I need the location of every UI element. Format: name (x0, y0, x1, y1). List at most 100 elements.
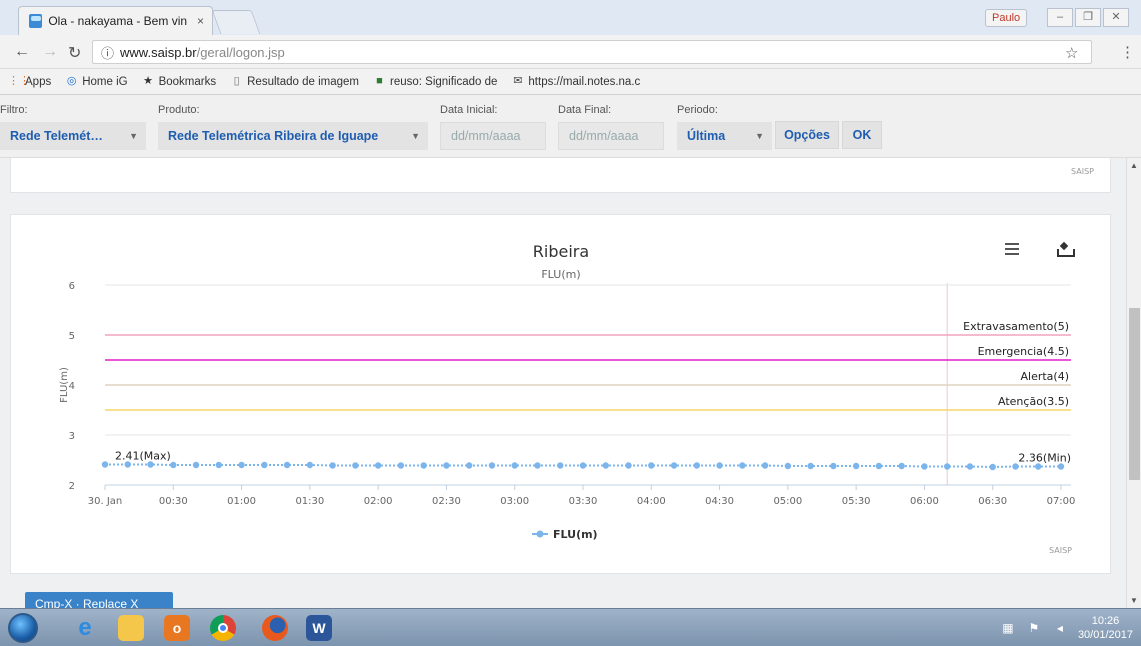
word-icon[interactable]: W (300, 612, 338, 644)
legend-marker (536, 530, 544, 538)
profile-name: Paulo (992, 12, 1021, 24)
bottom-action-button[interactable]: Cmp-X · Replace X (25, 592, 173, 608)
y-tick-label: 3 (69, 431, 75, 442)
opcoes-button[interactable]: Opções (775, 121, 839, 149)
bookmark-star-icon[interactable]: ☆ (1065, 44, 1078, 62)
mail-icon: ✉ (513, 75, 523, 87)
produto-select[interactable]: Rede Telemétrica Ribeira de Iguape ▼ (158, 122, 428, 150)
data-point (921, 463, 928, 470)
data-point (557, 462, 564, 469)
scroll-thumb[interactable] (1129, 308, 1140, 480)
bookmark-resultado[interactable]: ▯ Resultado de imagem (230, 75, 359, 88)
hamburger-icon[interactable] (1005, 243, 1019, 255)
y-axis-label: FLU(m) (59, 367, 70, 403)
x-tick-label: 03:30 (569, 496, 598, 507)
bookmark-home-ig[interactable]: ◎ Home iG (65, 75, 128, 88)
produto-label: Produto: (158, 104, 200, 116)
data-point (261, 461, 268, 469)
minimize-icon[interactable]: – (1047, 8, 1073, 27)
bookmark-label: Apps (25, 75, 52, 88)
clock-date: 30/01/2017 (1077, 629, 1133, 641)
data-point (511, 462, 518, 469)
bookmark-bookmarks[interactable]: ★ Bookmarks (142, 75, 216, 88)
dicio-icon: ■ (376, 75, 383, 87)
content-area: SAISP Ribeira FLU(m) 2 3 4 5 6 FLU(m) Extravasam… (0, 158, 1126, 608)
x-tick-label: 07:00 (1047, 496, 1076, 507)
bookmark-mail[interactable]: ✉ https://mail.notes.na.c (511, 75, 640, 88)
data-point (352, 462, 359, 469)
volume-icon[interactable]: ◂ (1052, 621, 1068, 635)
data-point (784, 462, 792, 470)
url-input[interactable]: ⓘ www.saisp.br/geral/logon.jsp (92, 40, 1092, 64)
threshold-label: Atenção(3.5) (998, 395, 1069, 408)
chevron-down-icon: ▼ (411, 131, 420, 141)
data-point (283, 461, 291, 469)
x-tick-label: 06:30 (978, 496, 1007, 507)
flag-icon[interactable]: ⚑ (1026, 621, 1042, 635)
new-tab-button[interactable] (211, 10, 261, 34)
url-path: /geral/logon.jsp (196, 44, 285, 60)
tab-close-icon[interactable]: × (197, 14, 204, 28)
data-point (488, 462, 496, 469)
x-tick-label: 04:30 (705, 496, 734, 507)
data-point (966, 463, 974, 470)
profile-button[interactable]: Paulo (985, 9, 1028, 27)
periodo-select[interactable]: Última ▼ (677, 122, 772, 150)
data-point (238, 461, 245, 469)
data-final-label: Data Final: (558, 104, 612, 116)
info-icon[interactable]: ⓘ (101, 43, 114, 62)
scroll-up-icon[interactable]: ▲ (1130, 161, 1138, 170)
data-point (420, 462, 427, 469)
download-icon[interactable] (1057, 241, 1075, 257)
data-point (989, 463, 996, 471)
data-point (898, 462, 905, 470)
apps-grid-icon: ⋮⋮ (8, 75, 30, 87)
forward-arrow-icon[interactable]: → (42, 43, 58, 61)
data-inicial-field[interactable]: dd/mm/aaaa (440, 122, 546, 150)
threshold-label: Emergencia(4.5) (978, 345, 1069, 358)
kebab-menu-icon[interactable]: ⋮ (1120, 43, 1135, 61)
clock-time: 10:26 (1091, 615, 1120, 627)
browser-tab[interactable]: Ola - nakayama - Bem vin × (18, 6, 213, 35)
ie-icon[interactable]: e (66, 612, 104, 644)
bookmark-apps[interactable]: ⋮⋮ Apps (8, 75, 51, 88)
bookmarks-bar: ⋮⋮ Apps ◎ Home iG ★ Bookmarks ▯ Resultado de… (0, 69, 1141, 95)
filtro-select[interactable]: Rede Telemét… ▼ (0, 122, 146, 150)
clock[interactable]: 10:26 30/01/2017 (1078, 614, 1133, 642)
bookmark-reuso[interactable]: ■ reuso: Significado de (373, 75, 497, 88)
chevron-down-icon: ▼ (755, 131, 764, 141)
data-inicial-label: Data Inicial: (440, 104, 498, 116)
data-final-field[interactable]: dd/mm/aaaa (558, 122, 664, 150)
back-arrow-icon[interactable]: ← (14, 43, 30, 61)
threshold-label: Extravasamento(5) (963, 320, 1069, 333)
data-point (534, 462, 541, 469)
ok-button[interactable]: OK (842, 121, 882, 149)
x-tick-label: 30. Jan (88, 496, 123, 507)
windows-start-icon[interactable] (4, 610, 42, 646)
data-point (761, 462, 769, 469)
x-tick-label: 06:00 (910, 496, 939, 507)
bookmark-label: Resultado de imagem (247, 75, 359, 88)
data-point (830, 462, 837, 470)
y-tick-label: 6 (69, 281, 75, 292)
file-explorer-icon[interactable] (112, 612, 150, 644)
close-window-icon[interactable]: ✕ (1103, 8, 1129, 27)
page-scrollbar[interactable]: ▲ ▼ (1126, 158, 1141, 608)
data-point (852, 462, 860, 470)
data-point (670, 462, 678, 469)
url-host: www.saisp.br (120, 44, 197, 60)
outlook-icon[interactable]: o (158, 612, 196, 644)
scroll-down-icon[interactable]: ▼ (1130, 596, 1138, 605)
browser-tab-strip: Ola - nakayama - Bem vin × Paulo – ❐ ✕ (0, 0, 1141, 35)
network-icon[interactable]: ▦ (1000, 621, 1016, 635)
firefox-icon[interactable] (256, 612, 294, 644)
address-bar-row: ← → ↻ ⓘ www.saisp.br/geral/logon.jsp ☆ ⋮ (0, 35, 1141, 69)
reload-icon[interactable]: ↻ (68, 43, 81, 63)
chrome-icon[interactable] (204, 612, 242, 644)
filtro-label: Filtro: (0, 104, 28, 116)
filtro-value: Rede Telemét… (10, 129, 103, 143)
legend-label: FLU(m) (553, 528, 598, 541)
maximize-icon[interactable]: ❐ (1075, 8, 1101, 27)
x-tick-label: 05:00 (773, 496, 802, 507)
data-point (101, 461, 109, 468)
